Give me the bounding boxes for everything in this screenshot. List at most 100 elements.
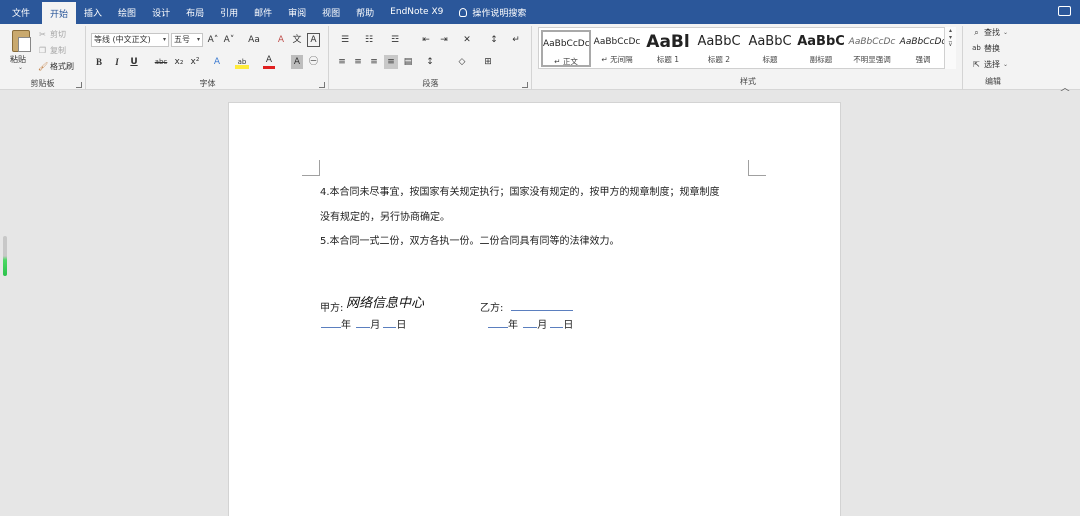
- style-normal[interactable]: AaBbCcDc ↵ 正文: [541, 30, 591, 67]
- font-name-select[interactable]: 等线 (中文正文) ▾: [91, 33, 169, 47]
- bullets-icon[interactable]: ☰: [336, 33, 354, 47]
- multilevel-list-icon[interactable]: ☲: [386, 33, 404, 47]
- enclose-char-button[interactable]: ㊀: [307, 55, 320, 69]
- style-emphasis[interactable]: AaBbCcDc 强调: [898, 30, 948, 67]
- scroll-up-icon[interactable]: ▴: [945, 27, 956, 34]
- style-subtitle[interactable]: AaBbC 副标题: [796, 30, 846, 67]
- replace-icon: ab: [972, 44, 981, 52]
- select-button[interactable]: ⇱ 选择 ⌄: [972, 59, 1008, 70]
- style-name: ↵ 正文: [554, 57, 578, 66]
- find-button[interactable]: ⌕ 查找 ⌄: [972, 27, 1008, 38]
- chinese-layout-icon[interactable]: ✕: [458, 33, 476, 47]
- party-a-date[interactable]: 年 月 日: [321, 316, 406, 331]
- replace-button[interactable]: ab 替换: [972, 43, 1000, 54]
- dialog-launcher-icon[interactable]: [319, 82, 325, 88]
- style-name: ↵ 无间隔: [601, 55, 633, 64]
- scroll-down-icon[interactable]: ▾: [945, 34, 956, 41]
- party-b-line[interactable]: 乙方:: [480, 299, 573, 314]
- tab-file[interactable]: 文件: [0, 0, 42, 24]
- char-border-button[interactable]: A: [307, 33, 320, 47]
- tab-home[interactable]: 开始: [42, 2, 77, 24]
- styles-scroll[interactable]: ▴ ▾ ⊽: [944, 27, 956, 69]
- style-name: 标题 2: [707, 55, 731, 64]
- distributed-icon[interactable]: ▤: [402, 55, 414, 69]
- align-left-icon[interactable]: ≡: [336, 55, 348, 69]
- tab-view[interactable]: 视图: [314, 0, 348, 24]
- tell-me-search[interactable]: 操作说明搜索: [451, 0, 534, 24]
- comments-icon[interactable]: [1058, 6, 1071, 16]
- clause-5[interactable]: 5.本合同一式二份，双方各执一份。二份合同具有同等的法律效力。: [320, 232, 620, 247]
- subscript-button[interactable]: x₂: [173, 55, 185, 69]
- style-no-spacing[interactable]: AaBbCcDc ↵ 无间隔: [592, 30, 642, 67]
- clipboard-group-label: 剪贴板: [30, 79, 55, 88]
- justify-icon[interactable]: ≡: [384, 55, 398, 69]
- party-b-date[interactable]: 年 月 日: [488, 316, 573, 331]
- shading-icon[interactable]: ◇: [454, 55, 470, 69]
- tab-mailings[interactable]: 邮件: [246, 0, 280, 24]
- sort-icon[interactable]: ↕: [488, 33, 500, 47]
- year-blank: [488, 318, 508, 328]
- style-heading-2[interactable]: AaBbC 标题 2: [694, 30, 744, 67]
- more-styles-icon[interactable]: ⊽: [945, 41, 956, 48]
- char-shading-button[interactable]: A: [291, 55, 303, 69]
- tab-insert[interactable]: 插入: [76, 0, 110, 24]
- bold-button[interactable]: B: [93, 55, 105, 69]
- font-color-button[interactable]: A: [263, 55, 275, 69]
- borders-icon[interactable]: ⊞: [480, 55, 496, 69]
- cut-button[interactable]: ✂ 剪切: [38, 29, 66, 40]
- clipboard-group: 粘贴 ⌄ ✂ 剪切 ❐ 复制 🖌 格式刷 剪贴板: [0, 26, 86, 90]
- phonetic-guide-button[interactable]: 文: [291, 33, 303, 47]
- tab-design[interactable]: 设计: [144, 0, 178, 24]
- highlight-button[interactable]: ab: [235, 55, 249, 69]
- tab-review[interactable]: 审阅: [280, 0, 314, 24]
- month-blank: [523, 318, 538, 328]
- ribbon: 粘贴 ⌄ ✂ 剪切 ❐ 复制 🖌 格式刷 剪贴板 等线 (中文正文) ▾ 五号 ▾ …: [0, 24, 1080, 90]
- style-name: 标题: [762, 55, 778, 64]
- dialog-launcher-icon[interactable]: [76, 82, 82, 88]
- increase-indent-icon[interactable]: ⇥: [438, 33, 450, 47]
- superscript-button[interactable]: x²: [189, 55, 201, 69]
- style-title[interactable]: AaBbC 标题: [745, 30, 795, 67]
- shrink-font-button[interactable]: A˅: [223, 33, 235, 47]
- copy-icon: ❐: [38, 46, 47, 55]
- clause-4-line-2[interactable]: 没有规定的，另行协商确定。: [320, 208, 450, 223]
- cursor-icon: ⇱: [973, 60, 980, 69]
- copy-button[interactable]: ❐ 复制: [38, 45, 66, 56]
- dialog-launcher-icon[interactable]: [522, 82, 528, 88]
- copy-label: 复制: [50, 46, 66, 55]
- year-label: 年: [508, 320, 518, 331]
- align-right-icon[interactable]: ≡: [368, 55, 380, 69]
- style-sample: AaBbCcDc: [593, 37, 641, 47]
- line-spacing-icon[interactable]: ↕: [422, 55, 438, 69]
- margin-corner-top-left: [302, 160, 320, 176]
- show-marks-icon[interactable]: ↵: [510, 33, 522, 47]
- decrease-indent-icon[interactable]: ⇤: [420, 33, 432, 47]
- paste-icon[interactable]: [12, 30, 31, 52]
- text-effects-button[interactable]: A: [211, 55, 223, 69]
- italic-button[interactable]: I: [111, 55, 123, 69]
- font-size-select[interactable]: 五号 ▾: [171, 33, 203, 47]
- grow-font-button[interactable]: A˄: [207, 33, 219, 47]
- clear-format-button[interactable]: A: [275, 33, 287, 47]
- chevron-down-icon: ⌄: [1003, 61, 1009, 68]
- underline-button[interactable]: U: [127, 55, 141, 69]
- tab-draw[interactable]: 绘图: [110, 0, 144, 24]
- align-center-icon[interactable]: ≡: [352, 55, 364, 69]
- style-sample: AaBl: [646, 32, 690, 52]
- tab-references[interactable]: 引用: [212, 0, 246, 24]
- style-name: 不明显强调: [853, 55, 891, 64]
- scroll-indicator[interactable]: [3, 236, 7, 276]
- replace-label: 替换: [984, 44, 1000, 53]
- tab-layout[interactable]: 布局: [178, 0, 212, 24]
- strikethrough-button[interactable]: abc: [153, 55, 169, 69]
- tab-endnote[interactable]: EndNote X9: [382, 0, 451, 24]
- chevron-down-icon[interactable]: ⌄: [18, 64, 23, 71]
- style-subtle-emphasis[interactable]: AaBbCcDc 不明显强调: [847, 30, 897, 67]
- style-heading-1[interactable]: AaBl 标题 1: [643, 30, 693, 67]
- format-painter-button[interactable]: 🖌 格式刷: [38, 61, 74, 72]
- party-a-label[interactable]: 甲方:: [320, 299, 343, 314]
- clause-4-line-1[interactable]: 4.本合同未尽事宜，按国家有关规定执行；国家没有规定的，按甲方的规章制度；规章制…: [320, 183, 720, 198]
- tab-help[interactable]: 帮助: [348, 0, 382, 24]
- change-case-button[interactable]: Aa: [243, 33, 265, 47]
- numbering-icon[interactable]: ☷: [360, 33, 378, 47]
